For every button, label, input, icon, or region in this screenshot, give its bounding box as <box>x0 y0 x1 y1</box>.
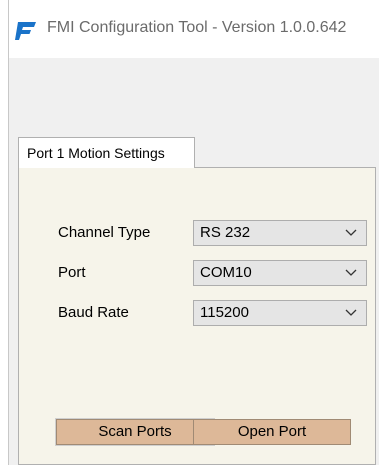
chevron-down-icon <box>345 309 357 316</box>
tab-page-port-settings: Channel Type RS 232 Port COM10 Baud Rate… <box>18 167 376 465</box>
chevron-down-icon <box>345 269 357 276</box>
baud-rate-value: 115200 <box>200 304 249 321</box>
open-port-button[interactable]: Open Port <box>193 419 351 445</box>
app-window: FMI Configuration Tool - Version 1.0.0.6… <box>8 0 379 465</box>
port-value: COM10 <box>200 264 252 281</box>
tab-port-1-motion-settings[interactable]: Port 1 Motion Settings <box>18 137 195 168</box>
scan-ports-button[interactable]: Scan Ports <box>56 419 214 445</box>
chevron-down-icon <box>345 229 357 236</box>
channel-type-label: Channel Type <box>58 224 151 241</box>
title-bar: FMI Configuration Tool - Version 1.0.0.6… <box>9 0 379 58</box>
fmi-logo-icon <box>15 22 36 40</box>
port-label: Port <box>58 264 86 281</box>
window-title: FMI Configuration Tool - Version 1.0.0.6… <box>47 19 347 36</box>
baud-rate-dropdown[interactable]: 115200 <box>193 300 367 326</box>
port-dropdown[interactable]: COM10 <box>193 260 367 286</box>
channel-type-value: RS 232 <box>200 224 251 241</box>
baud-rate-label: Baud Rate <box>58 304 129 321</box>
channel-type-dropdown[interactable]: RS 232 <box>193 220 367 246</box>
